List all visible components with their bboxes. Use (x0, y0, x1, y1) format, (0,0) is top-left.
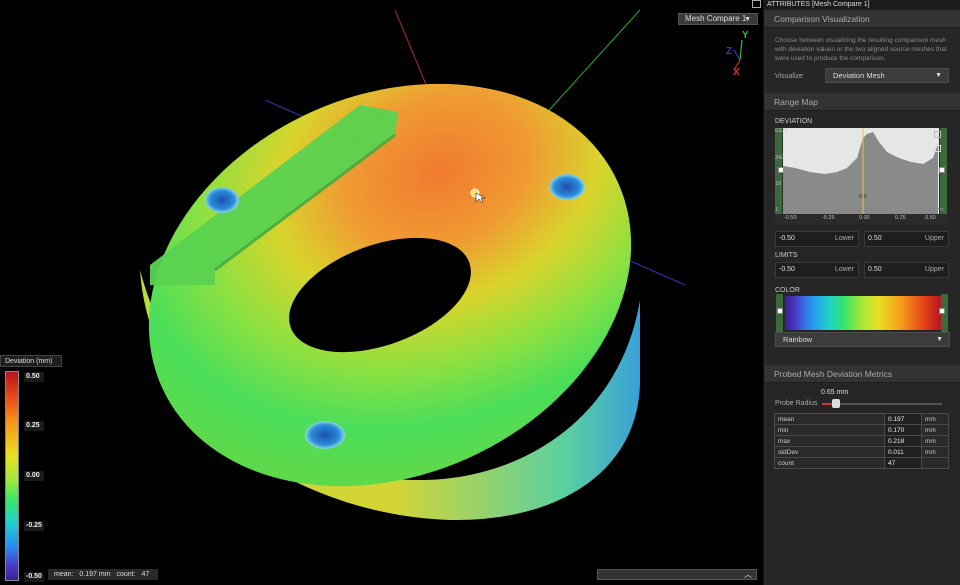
metric-value: 0.197 (884, 413, 922, 425)
chevron-down-icon: ▼ (936, 336, 943, 343)
mesh-render[interactable] (0, 0, 763, 585)
visualize-value: Deviation Mesh (833, 71, 885, 80)
histogram-log-icon[interactable] (934, 145, 941, 152)
mesh-select-label: Mesh Compare 1 (685, 14, 747, 23)
metric-value: 47 (884, 457, 922, 469)
colormap-upper-handle[interactable] (939, 308, 945, 314)
hist-y-label-4: 1 (775, 207, 779, 213)
3d-viewport[interactable]: Mesh Compare 1 ▼ Y Z X Deviation (mm) 0.… (0, 0, 763, 585)
comparison-description: Choose between visualizing the resulting… (775, 37, 947, 62)
hist-y-label-top: 6327 (775, 128, 788, 134)
metric-unit: mm (921, 413, 949, 425)
legend-tick-min: -0.50 (24, 572, 44, 582)
color-label: COLOR (775, 287, 800, 294)
hist-x-label-5: 0.50 (925, 215, 936, 221)
metric-name: max (774, 435, 885, 447)
metric-unit (921, 457, 949, 469)
probe-radius-slider-knob[interactable] (832, 399, 841, 408)
metric-unit: mm (921, 424, 949, 436)
upper-range-value: 0.50 (868, 235, 882, 242)
hist-y-label-2: 342 (775, 155, 785, 161)
deviation-label: DEVIATION (775, 118, 813, 125)
metric-name: min (774, 424, 885, 436)
legend-tick-lower: -0.25 (24, 521, 44, 531)
visualize-dropdown[interactable]: Deviation Mesh ▼ (825, 68, 949, 83)
upper-limit-input[interactable]: 0.50 Upper (864, 262, 949, 278)
hist-unit-label: mm (935, 207, 945, 213)
metric-name: mean (774, 413, 885, 425)
legend-color-bar (5, 371, 19, 581)
metric-row: count 47 (774, 457, 949, 469)
stats-bar: mean: 0.197 mm count: 47 (48, 569, 158, 580)
lower-limit-input[interactable]: -0.50 Lower (775, 262, 859, 278)
lower-range-tag: Lower (834, 235, 854, 242)
lower-limit-value: -0.50 (779, 266, 795, 273)
hist-y-label-3: 18 (775, 181, 782, 187)
probe-metrics-table: mean 0.197 mm min 0.170 mm max 0.218 mm stdDev 0.0… (774, 413, 949, 469)
metric-row: stdDev 0.011 mm (774, 446, 949, 458)
visualize-label: Visualize (775, 73, 803, 80)
stats-mean-value: 0.197 mm (79, 571, 111, 578)
deviation-histogram[interactable]: 6327 342 18 1 0.0 -0.50 -0.25 0.00 0.25 … (775, 128, 947, 224)
legend-tick-max: 0.50 (24, 372, 44, 382)
hist-x-label-3: 0.00 (859, 215, 870, 221)
stats-count-label: count: (116, 571, 136, 578)
histogram-graph (775, 128, 947, 224)
legend-tick-zero: 0.00 (24, 471, 44, 481)
upper-limit-value: 0.50 (868, 266, 882, 273)
panel-title: ATTRIBUTES [Mesh Compare 1] (767, 1, 870, 8)
metric-row: max 0.218 mm (774, 435, 949, 447)
lower-range-value: -0.50 (779, 235, 795, 242)
histogram-lower-handle[interactable] (778, 167, 784, 173)
axis-y-label: Y (742, 30, 749, 41)
axis-x-label: X (733, 67, 740, 78)
limits-label: LIMITS (775, 252, 798, 259)
attributes-panel: ATTRIBUTES [Mesh Compare 1] Comparison V… (752, 0, 960, 585)
upper-limit-tag: Upper (924, 266, 944, 273)
mesh-select-dropdown[interactable]: Mesh Compare 1 ▼ (678, 13, 758, 25)
panel-layout-icon[interactable] (752, 0, 761, 8)
section-comparison-title[interactable]: Comparison Visualization (764, 10, 960, 28)
metric-value: 0.011 (884, 446, 922, 458)
stats-count-value: 47 (141, 571, 150, 578)
axis-z-label: Z (726, 46, 733, 57)
chevron-down-icon: ▼ (935, 72, 942, 79)
colormap-value: Rainbow (783, 335, 813, 344)
section-probe-title[interactable]: Probed Mesh Deviation Metrics (764, 365, 960, 383)
upper-range-input[interactable]: 0.50 Upper (864, 231, 949, 247)
colormap-lower-handle[interactable] (777, 308, 783, 314)
upper-range-tag: Upper (924, 235, 944, 242)
hist-x-label-4: 0.25 (895, 215, 906, 221)
stats-mean-label: mean: (54, 571, 74, 578)
legend-title: Deviation (mm) (0, 355, 62, 367)
metric-row: min 0.170 mm (774, 424, 949, 436)
metric-unit: mm (921, 446, 949, 458)
metric-unit: mm (921, 435, 949, 447)
metric-value: 0.170 (884, 424, 922, 436)
metric-value: 0.218 (884, 435, 922, 447)
probe-radius-label: Probe Radius (775, 400, 818, 407)
chevron-up-icon: ︿ (744, 570, 752, 579)
chevron-down-icon: ▼ (744, 16, 751, 23)
hist-marker-label: 0.0 (859, 194, 867, 200)
colormap-preview (785, 296, 941, 330)
histogram-upper-handle[interactable] (939, 167, 945, 173)
probe-radius-value: 0.65 mm (821, 389, 849, 396)
metric-name: count (774, 457, 885, 469)
legend-tick-upper: 0.25 (24, 421, 44, 431)
histogram-scale-icon[interactable] (934, 131, 941, 138)
hist-x-label-1: -0.50 (784, 215, 797, 221)
colormap-dropdown[interactable]: Rainbow ▼ (775, 332, 950, 347)
lower-limit-tag: Lower (834, 266, 854, 273)
hist-x-label-2: -0.25 (822, 215, 835, 221)
section-range-map-title[interactable]: Range Map (764, 93, 960, 111)
panel-header: ATTRIBUTES [Mesh Compare 1] (752, 0, 960, 10)
metric-row: mean 0.197 mm (774, 413, 949, 425)
metric-name: stdDev (774, 446, 885, 458)
axis-gizmo[interactable]: Y Z X (722, 30, 758, 80)
lower-range-input[interactable]: -0.50 Lower (775, 231, 859, 247)
bottom-panel-toggle[interactable]: ︿ (597, 569, 757, 580)
